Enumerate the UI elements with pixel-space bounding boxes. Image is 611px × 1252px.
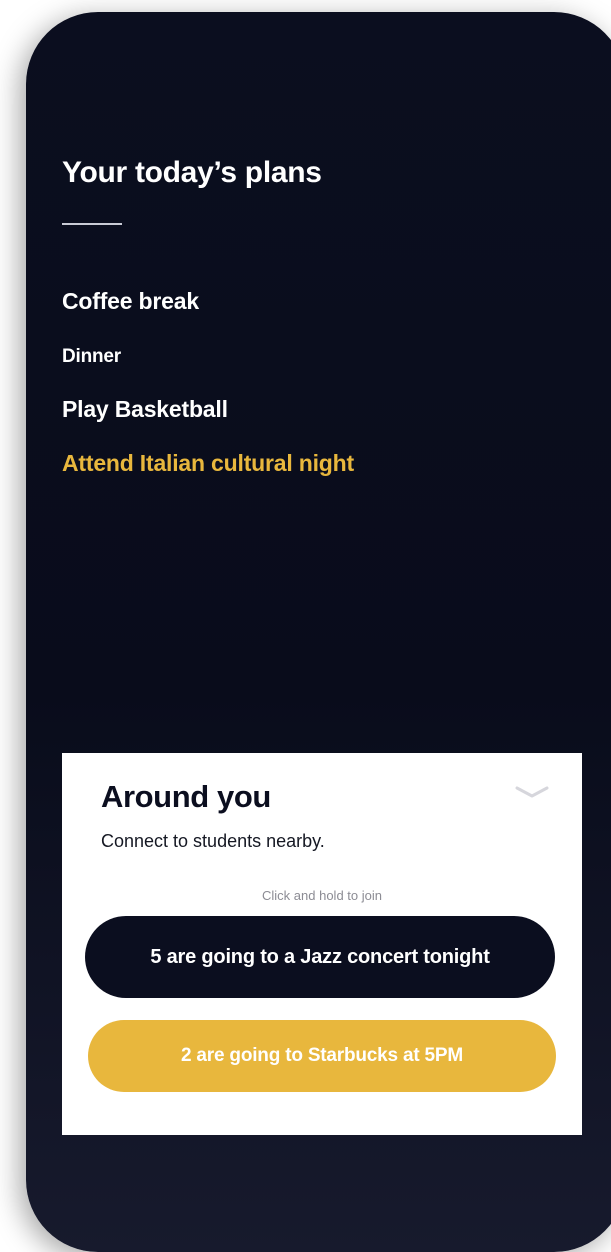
join-hint: Click and hold to join bbox=[262, 888, 382, 903]
plan-item-play-basketball[interactable]: Play Basketball bbox=[62, 396, 228, 423]
plan-item-dinner[interactable]: Dinner bbox=[62, 346, 121, 368]
starbucks-join-button[interactable]: 2 are going to Starbucks at 5PM bbox=[88, 1020, 556, 1092]
jazz-concert-join-button[interactable]: 5 are going to a Jazz concert tonight bbox=[85, 916, 555, 998]
around-you-card: Around you Connect to students nearby. C… bbox=[62, 753, 582, 1135]
title-divider bbox=[62, 223, 122, 225]
chevron-down-icon[interactable] bbox=[514, 783, 550, 801]
plans-title: Your today’s plans bbox=[62, 156, 322, 189]
around-you-title: Around you bbox=[101, 779, 271, 814]
around-you-subtitle: Connect to students nearby. bbox=[101, 831, 325, 851]
plan-item-italian-cultural-night[interactable]: Attend Italian cultural night bbox=[62, 450, 354, 477]
plan-item-coffee-break[interactable]: Coffee break bbox=[62, 288, 199, 315]
